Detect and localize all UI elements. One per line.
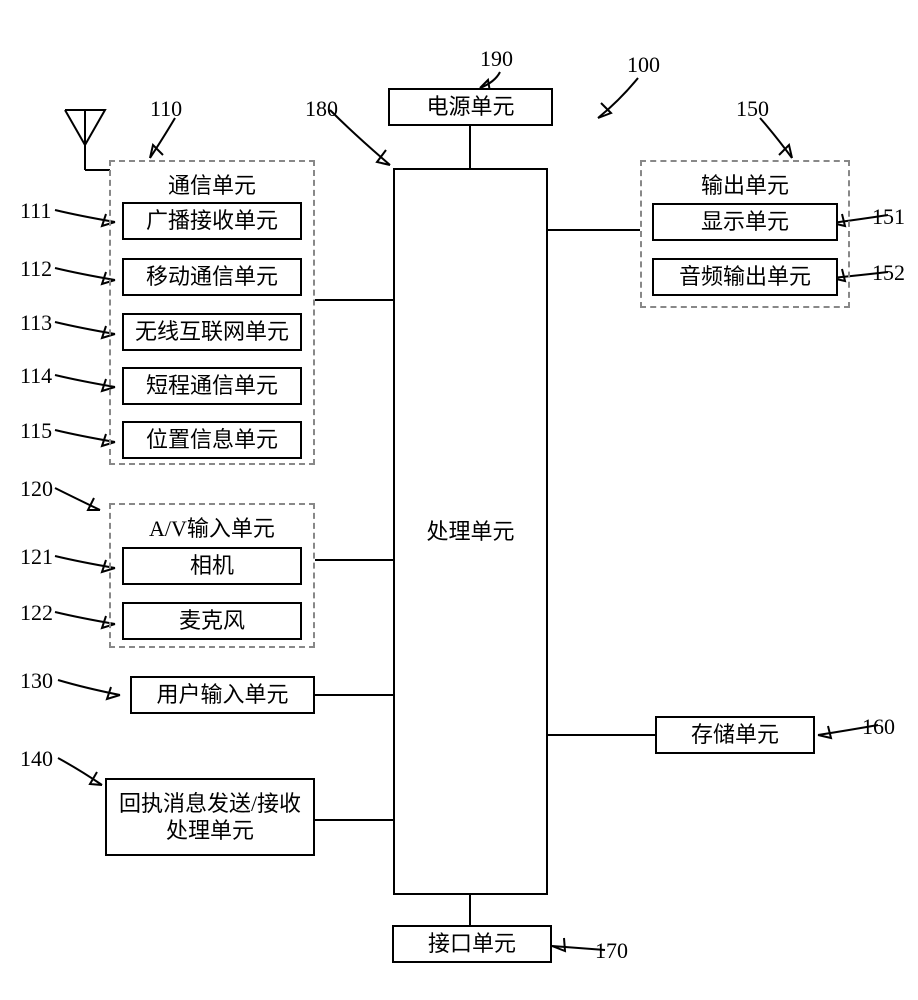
ref-121: 121 bbox=[20, 544, 53, 570]
ref-130: 130 bbox=[20, 668, 53, 694]
ref-112: 112 bbox=[20, 256, 52, 282]
ref-122: 122 bbox=[20, 600, 53, 626]
ref-114: 114 bbox=[20, 363, 52, 389]
ref-113: 113 bbox=[20, 310, 52, 336]
user-input-block: 用户输入单元 bbox=[130, 676, 315, 714]
broadcast-receive-label: 广播接收单元 bbox=[146, 207, 278, 235]
display-unit-block: 显示单元 bbox=[652, 203, 838, 241]
storage-unit-label: 存储单元 bbox=[691, 721, 779, 749]
ref-120: 120 bbox=[20, 476, 53, 502]
interface-unit-block: 接口单元 bbox=[392, 925, 552, 963]
microphone-block: 麦克风 bbox=[122, 602, 302, 640]
ref-151: 151 bbox=[872, 204, 905, 230]
camera-label: 相机 bbox=[190, 552, 234, 580]
interface-unit-label: 接口单元 bbox=[428, 930, 516, 958]
ref-190: 190 bbox=[480, 46, 513, 72]
ref-110: 110 bbox=[150, 96, 182, 122]
receipt-processing-block: 回执消息发送/接收处理单元 bbox=[105, 778, 315, 856]
ref-111: 111 bbox=[20, 198, 51, 224]
audio-output-label: 音频输出单元 bbox=[679, 263, 811, 291]
short-range-comm-block: 短程通信单元 bbox=[122, 367, 302, 405]
processing-unit-label: 处理单元 bbox=[426, 518, 514, 546]
processing-unit-block: 处理单元 bbox=[393, 168, 548, 895]
power-unit-block: 电源单元 bbox=[388, 88, 553, 126]
microphone-label: 麦克风 bbox=[179, 607, 245, 635]
display-unit-label: 显示单元 bbox=[701, 208, 789, 236]
power-unit-label: 电源单元 bbox=[426, 93, 514, 121]
wireless-internet-label: 无线互联网单元 bbox=[135, 318, 289, 346]
broadcast-receive-block: 广播接收单元 bbox=[122, 202, 302, 240]
wireless-internet-block: 无线互联网单元 bbox=[122, 313, 302, 351]
camera-block: 相机 bbox=[122, 547, 302, 585]
ref-160: 160 bbox=[862, 714, 895, 740]
ref-140: 140 bbox=[20, 746, 53, 772]
ref-100: 100 bbox=[627, 52, 660, 78]
user-input-label: 用户输入单元 bbox=[156, 681, 288, 709]
ref-152: 152 bbox=[872, 260, 905, 286]
ref-180: 180 bbox=[305, 96, 338, 122]
audio-output-block: 音频输出单元 bbox=[652, 258, 838, 296]
communication-unit-title: 通信单元 bbox=[111, 168, 313, 200]
output-unit-title: 输出单元 bbox=[642, 168, 848, 200]
ref-170: 170 bbox=[595, 938, 628, 964]
storage-unit-block: 存储单元 bbox=[655, 716, 815, 754]
mobile-comm-block: 移动通信单元 bbox=[122, 258, 302, 296]
mobile-comm-label: 移动通信单元 bbox=[146, 263, 278, 291]
ref-150: 150 bbox=[736, 96, 769, 122]
receipt-processing-label: 回执消息发送/接收处理单元 bbox=[113, 790, 307, 845]
location-info-block: 位置信息单元 bbox=[122, 421, 302, 459]
location-info-label: 位置信息单元 bbox=[146, 426, 278, 454]
short-range-comm-label: 短程通信单元 bbox=[146, 372, 278, 400]
ref-115: 115 bbox=[20, 418, 52, 444]
av-input-title: A/V输入单元 bbox=[111, 511, 313, 543]
